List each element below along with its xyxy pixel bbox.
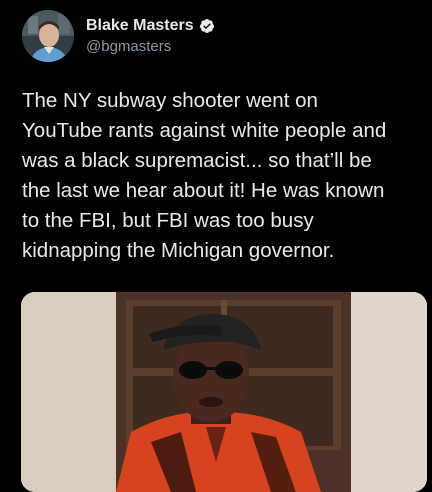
tweet-text: The NY subway shooter went on YouTube ra… — [22, 86, 422, 266]
verified-badge-icon — [199, 19, 214, 33]
tweet-media-video-still[interactable] — [21, 292, 427, 492]
author-display-name[interactable]: Blake Masters — [86, 17, 194, 35]
author-avatar[interactable] — [22, 10, 74, 62]
tweet-text-line: YouTube rants against white people and — [22, 119, 387, 142]
tweet-text-line: the last we hear about it! He was known — [22, 179, 385, 202]
tweet-text-line: The NY subway shooter went on — [22, 89, 318, 112]
tweet-text-line: kidnapping the Michigan governor. — [22, 239, 335, 262]
tweet-card[interactable]: Blake Masters @bgmasters The NY subway s… — [0, 0, 432, 492]
tweet-text-line: to the FBI, but FBI was too busy — [22, 209, 314, 232]
author-name-row: Blake Masters — [86, 16, 215, 36]
tweet-text-line: was a black supremacist... so that’ll be — [22, 149, 372, 172]
author-handle[interactable]: @bgmasters — [86, 38, 171, 55]
